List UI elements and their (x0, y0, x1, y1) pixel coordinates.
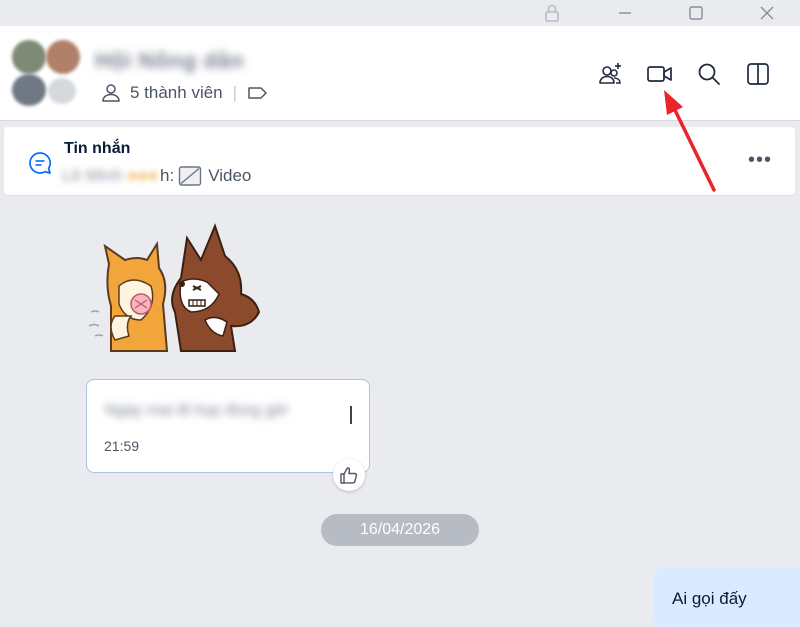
search-icon[interactable] (694, 59, 724, 89)
outgoing-message-bubble[interactable]: Ai gọi đấy (654, 567, 800, 627)
chat-header: Hội Nông dân 5 thành viên | (0, 26, 800, 121)
add-member-icon[interactable] (596, 59, 626, 89)
sticker-image[interactable] (85, 216, 265, 352)
message-time: 21:59 (104, 438, 140, 454)
lock-icon[interactable] (529, 0, 575, 26)
pinned-message-bar[interactable]: Tin nhắn Lê Minh ●●● h: Video ••• (4, 127, 795, 195)
message-text: Ngày mai đi họp đúng giờ (105, 402, 289, 419)
text-cursor (350, 406, 352, 424)
like-reaction-icon[interactable] (333, 459, 365, 491)
close-icon[interactable] (744, 0, 790, 26)
tag-icon[interactable] (247, 85, 269, 101)
divider: | (232, 83, 238, 102)
video-call-icon[interactable] (645, 59, 675, 89)
more-options-icon[interactable]: ••• (745, 149, 775, 171)
side-panel-icon[interactable] (743, 59, 773, 89)
pinned-title: Tin nhắn (64, 140, 131, 157)
pinned-sender-suffix: h: (160, 166, 175, 185)
maximize-icon[interactable] (673, 0, 719, 26)
chat-bubble-icon (26, 149, 54, 177)
members-icon[interactable] (100, 82, 122, 104)
date-separator: 16/04/2026 (321, 514, 479, 546)
video-thumbnail-icon (178, 165, 202, 187)
pinned-attachment-label: Video (208, 166, 252, 185)
member-info: 5 thành viên | (100, 82, 269, 104)
member-count[interactable]: 5 thành viên (130, 83, 223, 103)
window-title-bar (0, 0, 800, 26)
incoming-message-bubble[interactable]: Ngày mai đi họp đúng giờ 21:59 (86, 379, 370, 473)
message-text: Ai gọi đấy (672, 589, 747, 608)
minimize-icon[interactable] (602, 0, 648, 26)
pinned-sender: Lê Minh ●●● (62, 166, 159, 185)
group-avatar[interactable] (12, 40, 82, 106)
pinned-preview: Lê Minh ●●● h: Video (62, 165, 251, 187)
group-name[interactable]: Hội Nông dân (95, 48, 244, 74)
